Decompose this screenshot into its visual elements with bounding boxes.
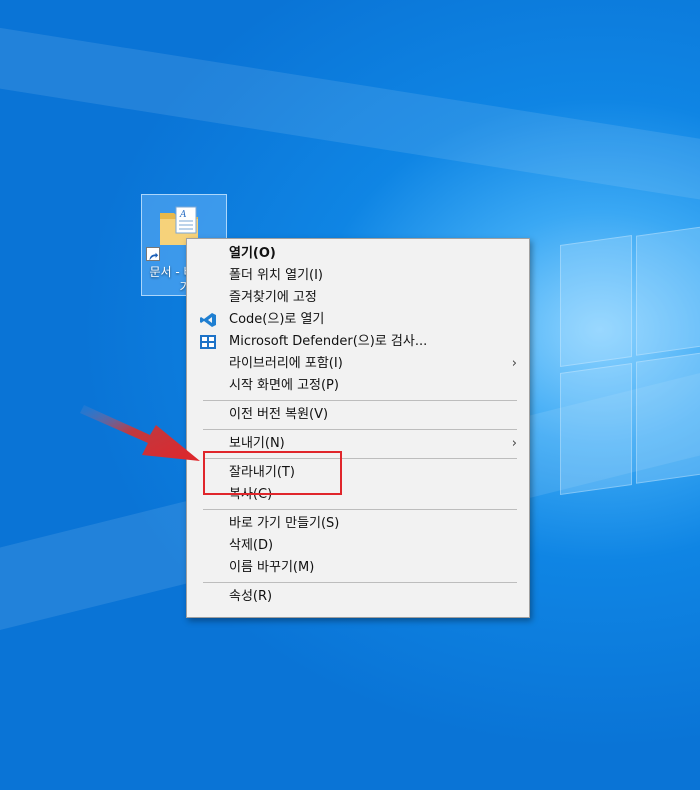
menu-item-label: 즐겨찾기에 고정 — [229, 290, 317, 305]
menu-item[interactable]: Microsoft Defender(으)로 검사... — [187, 331, 529, 353]
desktop-background: A 문서 - 바로 가기 열기(O) 폴더 위치 열기(I) 즐겨찾기에 고정 Cod… — [0, 0, 700, 790]
menu-item-label: 이전 버전 복원(V) — [229, 407, 329, 422]
menu-item-label: 보내기(N) — [229, 436, 285, 451]
menu-item-label: 라이브러리에 포함(I) — [229, 356, 343, 371]
menu-item-label: 폴더 위치 열기(I) — [229, 268, 324, 283]
menu-separator — [203, 429, 517, 430]
menu-separator — [203, 582, 517, 583]
menu-item[interactable]: 라이브러리에 포함(I) › — [187, 353, 529, 375]
menu-item[interactable]: 이전 버전 복원(V) — [187, 404, 529, 426]
menu-item[interactable]: 시작 화면에 고정(P) — [187, 375, 529, 397]
windows-logo-icon — [560, 210, 700, 570]
menu-item-label: 열기(O) — [229, 246, 276, 261]
menu-item[interactable]: 속성(R) — [187, 586, 529, 608]
vscode-icon — [200, 313, 216, 327]
menu-item-label: 시작 화면에 고정(P) — [229, 378, 339, 393]
menu-item-label: Code(으)로 열기 — [229, 312, 325, 327]
menu-separator — [203, 509, 517, 510]
menu-item[interactable]: 폴더 위치 열기(I) — [187, 265, 529, 287]
menu-item-label: 삭제(D) — [229, 538, 274, 553]
context-menu: 열기(O) 폴더 위치 열기(I) 즐겨찾기에 고정 Code(으)로 열기 Micro… — [186, 238, 530, 618]
defender-icon — [200, 335, 216, 349]
chevron-right-icon: › — [511, 356, 517, 371]
menu-item[interactable]: 바로 가기 만들기(S) — [187, 513, 529, 535]
light-beam — [0, 20, 700, 221]
red-arrow-icon — [80, 405, 200, 461]
menu-separator — [203, 400, 517, 401]
menu-item-label: 바로 가기 만들기(S) — [229, 516, 340, 531]
chevron-right-icon: › — [511, 436, 517, 451]
menu-item[interactable]: 즐겨찾기에 고정 — [187, 287, 529, 309]
shortcut-arrow-icon — [146, 247, 160, 261]
menu-item[interactable]: Code(으)로 열기 — [187, 309, 529, 331]
menu-item[interactable]: 삭제(D) — [187, 535, 529, 557]
menu-item-label: 이름 바꾸기(M) — [229, 560, 315, 575]
svg-text:A: A — [179, 210, 187, 220]
highlight-box — [203, 451, 342, 495]
menu-item-label: Microsoft Defender(으)로 검사... — [229, 334, 428, 349]
menu-item-label: 속성(R) — [229, 589, 273, 604]
menu-item[interactable]: 열기(O) — [187, 243, 529, 265]
menu-item[interactable]: 이름 바꾸기(M) — [187, 557, 529, 579]
